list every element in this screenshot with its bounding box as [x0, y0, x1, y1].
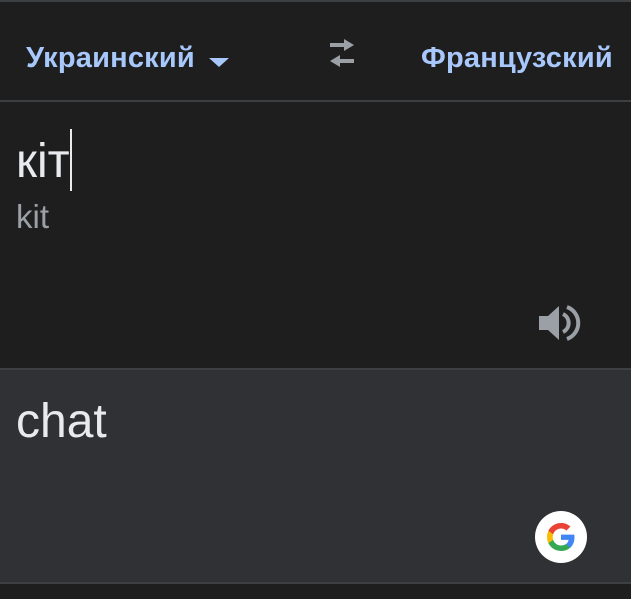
source-text-input[interactable]: кіт: [16, 129, 72, 192]
translation-result-panel: chat: [0, 370, 631, 582]
source-input-panel[interactable]: кіт kit: [0, 102, 631, 368]
source-text-value: кіт: [16, 135, 70, 188]
listen-button[interactable]: [534, 301, 582, 345]
swap-languages-button[interactable]: [320, 36, 364, 72]
translation-result-text: chat: [16, 395, 107, 448]
transliteration-text: kit: [16, 198, 49, 235]
text-cursor: [69, 129, 72, 191]
target-language-selector[interactable]: Французский: [421, 42, 613, 75]
google-logo-button[interactable]: [535, 511, 587, 563]
language-bar: Украинский Французский: [0, 2, 631, 100]
caret-down-icon: [208, 58, 229, 67]
source-language-selector[interactable]: Украинский: [26, 42, 229, 75]
volume-icon: [539, 305, 581, 341]
target-language-label: Французский: [421, 42, 613, 74]
bottom-area: [0, 584, 631, 599]
source-language-label: Украинский: [26, 42, 195, 74]
translate-app: Украинский Французский кіт kit chat: [0, 0, 631, 599]
google-g-icon: [547, 523, 575, 551]
swap-arrows-icon: [330, 39, 354, 67]
